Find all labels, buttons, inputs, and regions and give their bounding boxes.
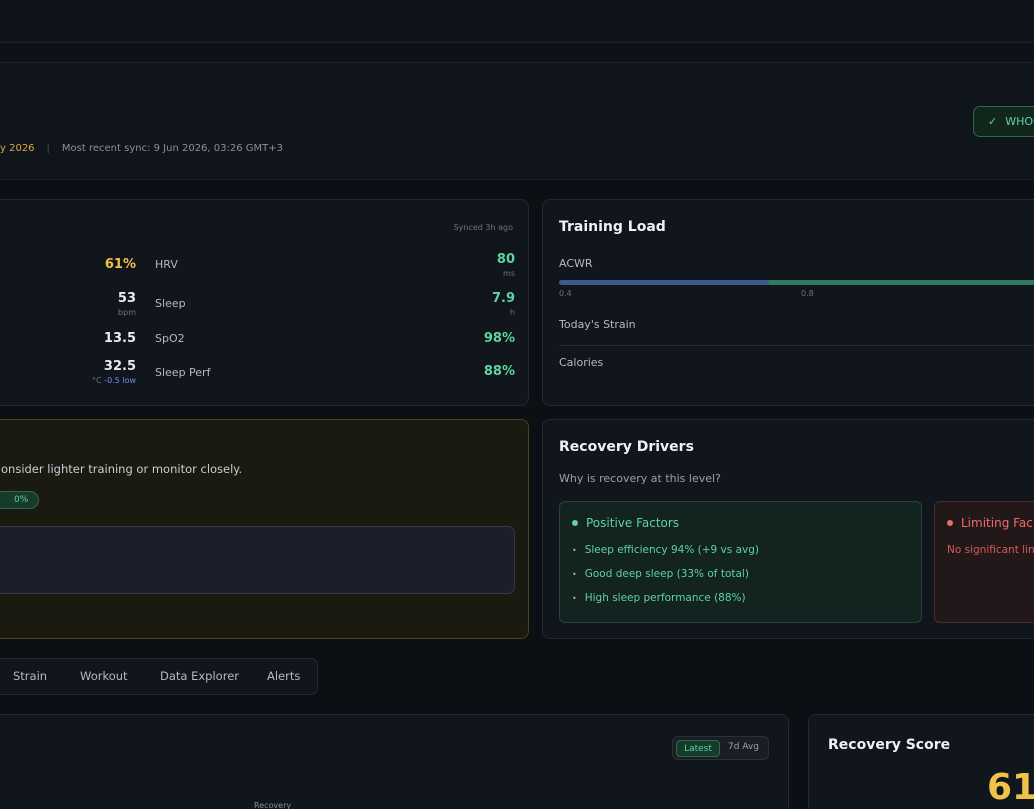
alert-detail-box	[0, 526, 515, 594]
bullet-icon: •	[572, 545, 577, 555]
positive-factors-title: Positive Factors	[586, 516, 680, 530]
metric-right-unit: h	[509, 308, 515, 317]
temperature-delta: -0.5 low	[104, 376, 136, 385]
limiting-factor-text: No significant lin	[947, 544, 1034, 556]
recent-sync-text: Most recent sync: 9 Jun 2026, 03:26 GMT+…	[61, 143, 283, 154]
tab-strain[interactable]: Strain	[13, 669, 47, 683]
tab-alerts[interactable]: Alerts	[267, 669, 300, 683]
divider	[559, 345, 1034, 346]
metric-right-value: 7.9	[491, 291, 515, 306]
recovery-score-value: 61	[987, 767, 1034, 808]
metric-right-unit: ms	[503, 269, 515, 278]
recovery-axis-label: Recovery	[254, 801, 292, 809]
toggle-latest[interactable]: Latest	[676, 740, 720, 757]
metric-name: Sleep	[155, 297, 186, 310]
training-load-card: Training Load ACWR 0.4 0.8 Today's Strai…	[542, 199, 1034, 406]
training-load-title: Training Load	[559, 219, 666, 235]
page-header	[0, 63, 1034, 180]
tab-data-explorer[interactable]: Data Explorer	[160, 669, 239, 683]
alert-badge: 0%	[0, 491, 40, 509]
sync-date: y 2026	[0, 143, 35, 154]
top-bar	[0, 0, 1034, 43]
sub-bar	[0, 43, 1034, 63]
metric-left-value: 61%	[104, 257, 136, 272]
positive-factors-heading: Positive Factors	[572, 516, 679, 530]
acwr-optimal-segment	[769, 280, 1034, 285]
metric-name: SpO2	[155, 332, 185, 345]
metric-left-value: 32.5	[103, 359, 136, 374]
metric-right-value: 80	[496, 252, 515, 267]
limiting-factors-heading: Limiting Fac	[947, 516, 1033, 530]
alert-message: onsider lighter training or monitor clos…	[1, 462, 243, 476]
sync-separator: |	[46, 143, 50, 154]
positive-factor-text: Sleep efficiency 94% (+9 vs avg)	[584, 544, 759, 556]
synced-label: Synced 3h ago	[453, 223, 513, 232]
recovery-score-title: Recovery Score	[828, 737, 951, 753]
bullet-icon: •	[572, 569, 577, 579]
daily-metrics-card: Synced 3h ago 61% HRV 80 ms 53 bpm Sleep…	[0, 199, 529, 406]
green-dot-icon	[572, 520, 578, 526]
metric-name: HRV	[155, 258, 178, 271]
sync-info: y 2026 | Most recent sync: 9 Jun 2026, 0…	[0, 143, 283, 154]
todays-strain-label: Today's Strain	[559, 318, 636, 331]
acwr-bar	[559, 280, 1034, 285]
tab-workout[interactable]: Workout	[80, 669, 128, 683]
metric-left-value: 13.5	[103, 331, 136, 346]
bullet-icon: •	[572, 593, 577, 603]
calories-label: Calories	[559, 356, 604, 369]
metric-right-value: 88%	[483, 364, 515, 379]
acwr-label: ACWR	[559, 257, 593, 270]
metric-left-unit: bpm	[118, 308, 136, 317]
whoop-button-label: WHOO	[1005, 115, 1034, 128]
positive-factor-item: • Good deep sleep (33% of total)	[572, 568, 749, 580]
positive-factor-item: • Sleep efficiency 94% (+9 vs avg)	[572, 544, 759, 556]
metric-left-unit-delta: °C -0.5 low	[92, 376, 136, 385]
acwr-low-segment	[559, 280, 769, 285]
positive-factor-text: High sleep performance (88%)	[584, 592, 746, 604]
metric-right-value: 98%	[483, 331, 515, 346]
recovery-chart-card: Latest 7d Avg Recovery	[0, 714, 789, 809]
positive-factor-text: Good deep sleep (33% of total)	[584, 568, 749, 580]
recovery-drivers-card: Recovery Drivers Why is recovery at this…	[542, 419, 1034, 639]
red-dot-icon	[947, 520, 953, 526]
metric-left-value: 53	[117, 291, 136, 306]
acwr-tick: 0.4	[559, 289, 572, 298]
positive-factor-item: • High sleep performance (88%)	[572, 592, 746, 604]
recovery-drivers-subtitle: Why is recovery at this level?	[559, 472, 721, 485]
metric-name: Sleep Perf	[155, 366, 211, 379]
limiting-factors-panel: Limiting Fac No significant lin	[934, 501, 1034, 623]
recovery-score-card: Recovery Score 61	[808, 714, 1034, 809]
limiting-factors-title: Limiting Fac	[961, 516, 1033, 530]
view-tabs: Strain Workout Data Explorer Alerts	[0, 658, 318, 695]
check-icon: ✓	[988, 115, 998, 128]
positive-factors-panel: Positive Factors • Sleep efficiency 94% …	[559, 501, 922, 623]
toggle-7d-avg[interactable]: 7d Avg	[728, 742, 759, 752]
whoop-connection-button[interactable]: ✓ WHOO	[973, 106, 1034, 137]
recovery-alert-card: onsider lighter training or monitor clos…	[0, 419, 529, 639]
latest-avg-toggle: Latest 7d Avg	[672, 736, 769, 760]
acwr-tick: 0.8	[801, 289, 814, 298]
recovery-drivers-title: Recovery Drivers	[559, 439, 694, 455]
temperature-unit: °C	[92, 376, 102, 385]
